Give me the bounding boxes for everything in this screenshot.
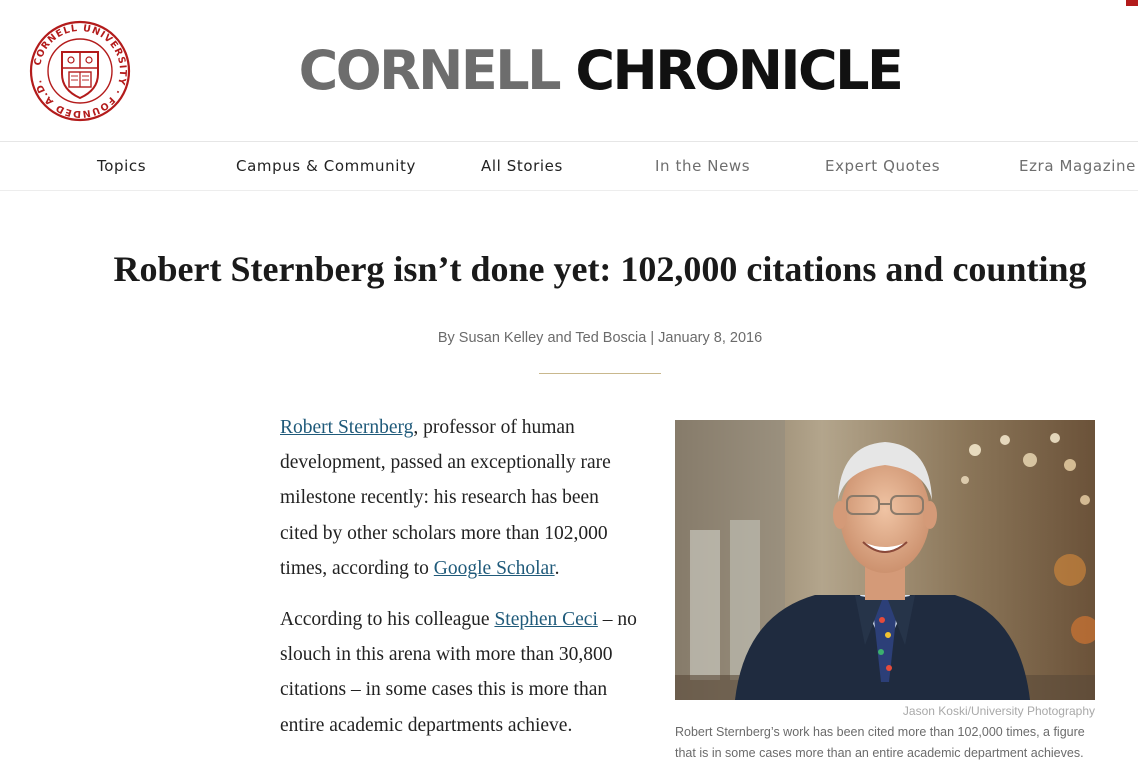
nav-item-in-the-news[interactable]: In the News [655, 157, 750, 175]
link-google-scholar[interactable]: Google Scholar [434, 558, 555, 579]
link-robert-sternberg[interactable]: Robert Sternberg [280, 417, 413, 438]
nav-item-all-stories[interactable]: All Stories [481, 157, 563, 175]
nav-item-expert-quotes[interactable]: Expert Quotes [825, 157, 940, 175]
article-figure: Jason Koski/University Photography Rober… [675, 420, 1095, 764]
link-stephen-ceci[interactable]: Stephen Ceci [494, 609, 597, 630]
nav-item-campus-community[interactable]: Campus & Community [236, 157, 416, 175]
site-header: CORNELL UNIVERSITY · FOUNDED A.D. 1865 ·… [0, 0, 1138, 142]
article-body: Robert Sternberg, professor of human dev… [280, 410, 640, 759]
main-nav: Topics Campus & Community All Stories In… [0, 142, 1138, 191]
site-masthead[interactable]: CORNELL CHRONICLE [0, 36, 1138, 106]
byline-divider [539, 373, 661, 374]
article-paragraph: Robert Sternberg, professor of human dev… [280, 410, 640, 586]
paragraph-text: . [554, 557, 560, 579]
photo-credit: Jason Koski/University Photography [902, 704, 1095, 718]
masthead-word-cornell: CORNELL [298, 39, 562, 102]
photo-caption: Robert Sternberg’s work has been cited m… [675, 725, 1085, 760]
paragraph-text: According to his colleague [280, 609, 495, 631]
nav-item-topics[interactable]: Topics [97, 157, 146, 175]
paragraph-text: , professor of human development, passed… [280, 417, 611, 579]
nav-item-ezra-magazine[interactable]: Ezra Magazine [1019, 157, 1136, 175]
article-paragraph: According to his colleague Stephen Ceci … [280, 602, 640, 743]
masthead-word-chronicle: CHRONICLE [575, 39, 904, 102]
article-headline: Robert Sternberg isn’t done yet: 102,000… [113, 249, 1087, 289]
sternberg-portrait-photo[interactable] [675, 420, 1095, 700]
article-byline: By Susan Kelley and Ted Boscia | January… [437, 330, 763, 346]
